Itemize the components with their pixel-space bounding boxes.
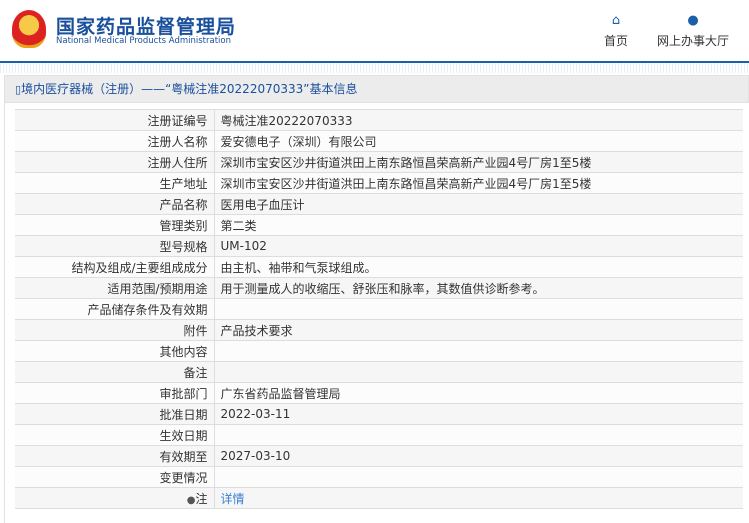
table-row: 生产地址 深圳市宝安区沙井街道洪田上南东路恒昌荣高新产业园4号厂房1至5楼 <box>15 172 743 194</box>
row-label: 其他内容 <box>15 340 215 362</box>
row-value: 爱安德电子（深圳）有限公司 <box>214 130 743 152</box>
row-value: 由主机、袖带和气泵球组成。 <box>214 256 743 278</box>
table-row: 审批部门 广东省药品监督管理局 <box>15 382 743 404</box>
row-label-text: 有效期至 <box>159 449 208 464</box>
row-label: 管理类别 <box>15 214 215 236</box>
table-row: 批准日期 2022-03-11 <box>15 403 743 425</box>
row-label-text: 备注 <box>183 365 208 380</box>
row-value <box>214 466 743 488</box>
breadcrumb: ▯境内医疗器械（注册）——“粤械注准20222070333”基本信息 <box>4 75 749 103</box>
table-row: 产品储存条件及有效期 <box>15 298 743 320</box>
row-label-text: 适用范围/预期用途 <box>107 281 208 296</box>
row-value: 深圳市宝安区沙井街道洪田上南东路恒昌荣高新产业园4号厂房1至5楼 <box>214 172 743 194</box>
row-label: 批准日期 <box>15 403 215 425</box>
row-value: UM-102 <box>214 235 743 257</box>
row-value <box>214 340 743 362</box>
row-value <box>214 424 743 446</box>
table-row: 产品名称 医用电子血压计 <box>15 193 743 215</box>
row-label-text: 产品储存条件及有效期 <box>87 302 208 317</box>
row-label-text: 注册人住所 <box>147 155 208 170</box>
row-label-text: 批准日期 <box>159 407 208 422</box>
row-label: 型号规格 <box>15 235 215 257</box>
row-value: 第二类 <box>214 214 743 236</box>
nav-online-hall[interactable]: ● 网上办事大厅 <box>657 14 729 49</box>
row-value: 2022-03-11 <box>214 403 743 425</box>
row-label: 有效期至 <box>15 445 215 467</box>
row-label-text: 注册证编号 <box>147 113 208 128</box>
table-row: 型号规格 UM-102 <box>15 235 743 257</box>
row-value: 2027-03-10 <box>214 445 743 467</box>
row-label: 结构及组成/主要组成成分 <box>15 256 215 278</box>
row-label: 备注 <box>15 361 215 383</box>
nav-home-label: 首页 <box>604 34 629 48</box>
row-label: 审批部门 <box>15 382 215 404</box>
row-value: 粤械注准20222070333 <box>214 109 743 131</box>
table-row: 结构及组成/主要组成成分 由主机、袖带和气泵球组成。 <box>15 256 743 278</box>
row-label: 产品名称 <box>15 193 215 215</box>
row-label-text: 生产地址 <box>159 176 208 191</box>
row-label: 生效日期 <box>15 424 215 446</box>
row-value <box>214 298 743 320</box>
table-row: 有效期至 2027-03-10 <box>15 445 743 467</box>
row-value: 产品技术要求 <box>214 319 743 341</box>
row-value: 医用电子血压计 <box>214 193 743 215</box>
row-value: 详情 <box>214 487 743 509</box>
row-label-text: 型号规格 <box>159 239 208 254</box>
row-label: 生产地址 <box>15 172 215 194</box>
table-row: 适用范围/预期用途 用于测量成人的收缩压、舒张压和脉率，其数值供诊断参考。 <box>15 277 743 299</box>
row-label-text: 变更情况 <box>159 470 208 485</box>
row-label-text: 其他内容 <box>159 344 208 359</box>
table-row: 其他内容 <box>15 340 743 362</box>
row-label-text: 审批部门 <box>159 386 208 401</box>
row-label-text: 管理类别 <box>159 218 208 233</box>
row-value <box>214 361 743 383</box>
table-row: 备注 <box>15 361 743 383</box>
home-icon: ⌂ <box>611 13 621 28</box>
row-label: ●注 <box>15 487 215 509</box>
row-label: 适用范围/预期用途 <box>15 277 215 299</box>
table-row: 注册人名称 爱安德电子（深圳）有限公司 <box>15 130 743 152</box>
row-label: 注册人名称 <box>15 130 215 152</box>
site-title: 国家药品监督管理局 <box>56 16 237 38</box>
table-row: 变更情况 <box>15 466 743 488</box>
row-label-text: 注册人名称 <box>147 134 208 149</box>
nav-home[interactable]: ⌂ 首页 <box>604 14 628 49</box>
row-label: 附件 <box>15 319 215 341</box>
row-label: 注册证编号 <box>15 109 215 131</box>
row-label: 变更情况 <box>15 466 215 488</box>
table-row: 附件 产品技术要求 <box>15 319 743 341</box>
table-row: ●注 详情 <box>15 487 743 509</box>
national-emblem-logo <box>12 10 46 48</box>
table-row: 生效日期 <box>15 424 743 446</box>
user-icon: ● <box>687 13 699 28</box>
row-label-text: 附件 <box>183 323 208 338</box>
details-link[interactable]: 详情 <box>221 492 245 506</box>
row-value: 深圳市宝安区沙井街道洪田上南东路恒昌荣高新产业园4号厂房1至5楼 <box>214 151 743 173</box>
row-label: 产品储存条件及有效期 <box>15 298 215 320</box>
row-label-text: 产品名称 <box>159 197 208 212</box>
site-subtitle: National Medical Products Administration <box>56 36 231 46</box>
table-row: 注册人住所 深圳市宝安区沙井街道洪田上南东路恒昌荣高新产业园4号厂房1至5楼 <box>15 151 743 173</box>
row-label-text: 结构及组成/主要组成成分 <box>71 260 208 275</box>
site-header: 国家药品监督管理局 National Medical Products Admi… <box>0 0 749 63</box>
row-value: 广东省药品监督管理局 <box>214 382 743 404</box>
nav-online-hall-label: 网上办事大厅 <box>657 34 730 48</box>
table-row: 注册证编号 粤械注准20222070333 <box>15 109 743 131</box>
row-label: 注册人住所 <box>15 151 215 173</box>
breadcrumb-text: 境内医疗器械（注册）——“粤械注准20222070333”基本信息 <box>21 82 358 96</box>
table-row: 管理类别 第二类 <box>15 214 743 236</box>
divider-band <box>0 63 749 73</box>
row-label-text: 生效日期 <box>159 428 208 443</box>
row-value: 用于测量成人的收缩压、舒张压和脉率，其数值供诊断参考。 <box>214 277 743 299</box>
info-table: 注册证编号 粤械注准20222070333 注册人名称 爱安德电子（深圳）有限公司 注册… <box>15 109 743 509</box>
row-label-text: 注 <box>195 491 208 506</box>
